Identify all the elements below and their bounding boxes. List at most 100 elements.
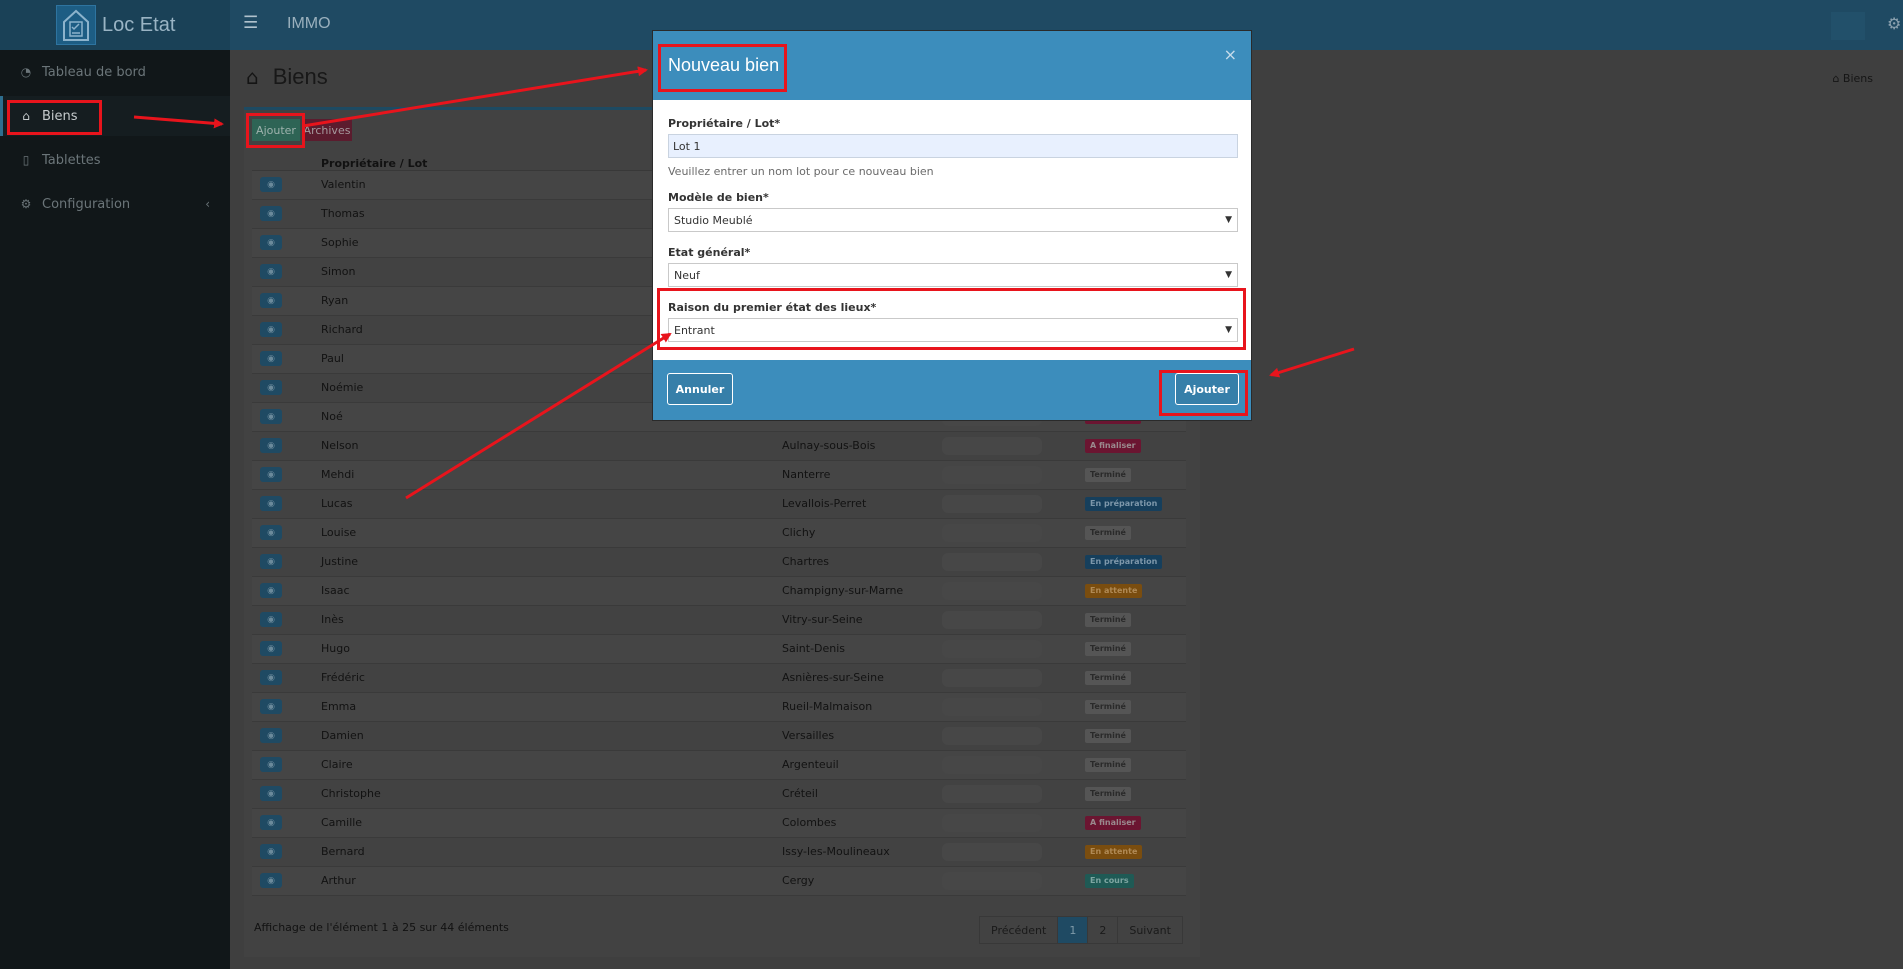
- eye-icon[interactable]: ◉: [260, 235, 282, 250]
- redacted-cell: [942, 698, 1042, 716]
- brand[interactable]: Loc Etat: [0, 0, 230, 50]
- row-city: Versailles: [782, 729, 835, 742]
- status-badge: Terminé: [1085, 642, 1131, 656]
- cancel-button[interactable]: Annuler: [667, 373, 733, 405]
- pagination-previous[interactable]: Précédent: [980, 917, 1059, 943]
- hamburger-icon[interactable]: ☰: [243, 13, 258, 33]
- close-icon[interactable]: ×: [1224, 45, 1237, 64]
- annotation-box-add-button: [246, 113, 305, 148]
- table-row: ◉ Mehdi Nanterre Terminé: [252, 461, 1186, 490]
- eye-icon[interactable]: ◉: [260, 786, 282, 801]
- eye-icon[interactable]: ◉: [260, 728, 282, 743]
- eye-icon[interactable]: ◉: [260, 641, 282, 656]
- row-city: Rueil-Malmaison: [782, 700, 873, 713]
- property-model-select[interactable]: Studio Meublé ▼: [668, 208, 1238, 232]
- row-owner: Damien: [321, 729, 364, 742]
- owner-lot-input[interactable]: [668, 134, 1238, 158]
- row-city: Vitry-sur-Seine: [782, 613, 863, 626]
- tablet-icon: ▯: [22, 153, 30, 167]
- eye-icon[interactable]: ◉: [260, 467, 282, 482]
- row-owner: Paul: [321, 352, 344, 365]
- owner-lot-help: Veuillez entrer un nom lot pour ce nouve…: [668, 165, 934, 178]
- annotation-box-submit-button: [1159, 370, 1248, 416]
- eye-icon[interactable]: ◉: [260, 554, 282, 569]
- row-owner: Thomas: [321, 207, 365, 220]
- eye-icon[interactable]: ◉: [260, 380, 282, 395]
- eye-icon[interactable]: ◉: [260, 438, 282, 453]
- sidebar-item-tablettes[interactable]: ▯ Tablettes: [0, 140, 230, 180]
- redacted-cell: [942, 611, 1042, 629]
- table-row: ◉ Isaac Champigny-sur-Marne En attente: [252, 577, 1186, 606]
- row-owner: Louise: [321, 526, 357, 539]
- row-city: Champigny-sur-Marne: [782, 584, 904, 597]
- pagination-page-2[interactable]: 2: [1088, 917, 1119, 943]
- eye-icon[interactable]: ◉: [260, 873, 282, 888]
- row-city: Créteil: [782, 787, 818, 800]
- property-model-label: Modèle de bien*: [668, 191, 769, 204]
- eye-icon[interactable]: ◉: [260, 583, 282, 598]
- sidebar-item-configuration[interactable]: ⚙ Configuration ‹: [0, 184, 230, 224]
- eye-icon[interactable]: ◉: [260, 177, 282, 192]
- row-owner: Noé: [321, 410, 343, 423]
- row-owner: Christophe: [321, 787, 381, 800]
- eye-icon[interactable]: ◉: [260, 757, 282, 772]
- eye-icon[interactable]: ◉: [260, 264, 282, 279]
- sidebar-item-dashboard[interactable]: ◔ Tableau de bord: [0, 52, 230, 92]
- pagination-page-1[interactable]: 1: [1058, 917, 1089, 943]
- pagination-next[interactable]: Suivant: [1118, 917, 1182, 943]
- caret-down-icon: ▼: [1225, 270, 1232, 280]
- status-badge: En préparation: [1085, 497, 1163, 511]
- property-model-value: Studio Meublé: [674, 214, 753, 227]
- eye-icon[interactable]: ◉: [260, 322, 282, 337]
- row-owner: Bernard: [321, 845, 365, 858]
- row-owner: Camille: [321, 816, 363, 829]
- row-city: Chartres: [782, 555, 830, 568]
- eye-icon[interactable]: ◉: [260, 844, 282, 859]
- owner-lot-label: Propriétaire / Lot*: [668, 117, 781, 130]
- table-row: ◉ Bernard Issy-les-Moulineaux En attente: [252, 838, 1186, 867]
- column-header-owner[interactable]: Propriétaire / Lot: [321, 157, 427, 170]
- eye-icon[interactable]: ◉: [260, 293, 282, 308]
- row-city: Levallois-Perret: [782, 497, 867, 510]
- breadcrumb[interactable]: ⌂ Biens: [1832, 72, 1873, 85]
- status-badge: Terminé: [1085, 758, 1131, 772]
- eye-icon[interactable]: ◉: [260, 670, 282, 685]
- eye-icon[interactable]: ◉: [260, 525, 282, 540]
- row-city: Nanterre: [782, 468, 831, 481]
- eye-icon[interactable]: ◉: [260, 815, 282, 830]
- eye-icon[interactable]: ◉: [260, 409, 282, 424]
- table-row: ◉ Claire Argenteuil Terminé: [252, 751, 1186, 780]
- eye-icon[interactable]: ◉: [260, 206, 282, 221]
- home-icon: ⌂: [1832, 72, 1840, 85]
- eye-icon[interactable]: ◉: [260, 496, 282, 511]
- table-row: ◉ Hugo Saint-Denis Terminé: [252, 635, 1186, 664]
- redacted-cell: [942, 843, 1042, 861]
- row-owner: Ryan: [321, 294, 349, 307]
- table-row: ◉ Nelson Aulnay-sous-Bois A finaliser: [252, 432, 1186, 461]
- row-owner: Richard: [321, 323, 363, 336]
- row-city: Cergy: [782, 874, 815, 887]
- table-row: ◉ Damien Versailles Terminé: [252, 722, 1186, 751]
- redacted-cell: [942, 814, 1042, 832]
- eye-icon[interactable]: ◉: [260, 351, 282, 366]
- row-owner: Isaac: [321, 584, 350, 597]
- row-owner: Inès: [321, 613, 344, 626]
- user-menu[interactable]: [1831, 12, 1865, 40]
- row-city: Issy-les-Moulineaux: [782, 845, 890, 858]
- redacted-cell: [942, 872, 1042, 890]
- sidebar-item-label: Tablettes: [42, 152, 101, 168]
- general-state-select[interactable]: Neuf ▼: [668, 263, 1238, 287]
- eye-icon[interactable]: ◉: [260, 612, 282, 627]
- redacted-cell: [942, 640, 1042, 658]
- redacted-cell: [942, 756, 1042, 774]
- annotation-box-modal-title: [658, 44, 787, 92]
- breadcrumb-item: Biens: [1842, 72, 1873, 85]
- status-badge: En attente: [1085, 845, 1143, 859]
- archives-button[interactable]: Archives: [302, 119, 352, 141]
- caret-down-icon: ▼: [1225, 215, 1232, 225]
- eye-icon[interactable]: ◉: [260, 699, 282, 714]
- status-badge: Terminé: [1085, 700, 1131, 714]
- redacted-cell: [942, 524, 1042, 542]
- table-row: ◉ Inès Vitry-sur-Seine Terminé: [252, 606, 1186, 635]
- gear-icon[interactable]: ⚙: [1887, 14, 1903, 34]
